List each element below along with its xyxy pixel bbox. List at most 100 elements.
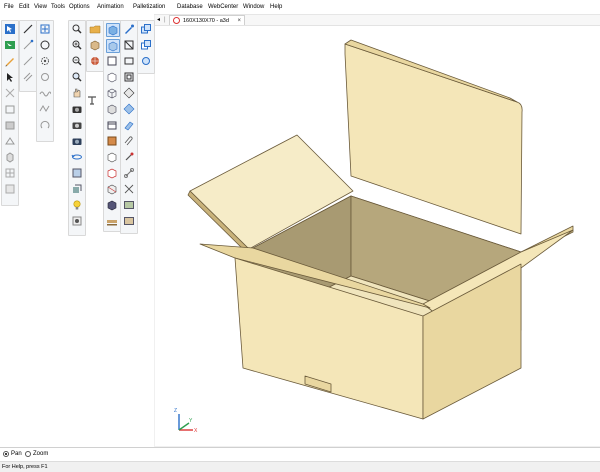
shade-icon[interactable] (71, 183, 83, 195)
document-tab-strip: ◂ | 160X130X70 - a3d × (155, 15, 600, 26)
select-arrow-icon[interactable] (4, 23, 16, 35)
toolbar-layers (137, 20, 155, 74)
wire-view-icon[interactable] (106, 87, 118, 99)
layers-remove-icon[interactable] (140, 55, 152, 67)
line-edit-icon[interactable] (22, 39, 34, 51)
pan-radio-label: Pan (11, 451, 22, 457)
line-diagonal-icon[interactable] (22, 23, 34, 35)
axis-x-label: X (194, 428, 198, 434)
cube-icon[interactable] (106, 151, 118, 163)
settings-gear-icon[interactable] (39, 55, 51, 67)
pencil-icon[interactable] (4, 55, 16, 67)
box-outline-icon[interactable] (4, 103, 16, 115)
zigzag-icon[interactable] (39, 103, 51, 115)
layout-icon[interactable] (4, 183, 16, 195)
paperclip-icon[interactable] (123, 135, 135, 147)
menu-file[interactable]: File (4, 3, 14, 11)
light-bulb-icon[interactable] (71, 199, 83, 211)
menu-options[interactable]: Options (69, 3, 90, 11)
3d-viewport[interactable]: Z Y X (155, 26, 600, 446)
tab-separator: | (164, 17, 166, 23)
zoom-in-icon[interactable] (71, 39, 83, 51)
status-bar: For Help, press F1 (0, 461, 600, 472)
iso-view-icon[interactable] (106, 71, 118, 83)
fold-icon[interactable] (4, 135, 16, 147)
pin-icon[interactable] (123, 151, 135, 163)
pan-radio[interactable] (3, 451, 9, 457)
section-icon[interactable] (106, 183, 118, 195)
zoom-out-icon[interactable] (71, 55, 83, 67)
view-3d-active-icon[interactable] (106, 23, 120, 37)
menu-database[interactable]: Database (177, 3, 203, 11)
cube-red-icon[interactable] (106, 167, 118, 179)
material-icon[interactable] (106, 135, 118, 147)
box-shade-icon[interactable] (4, 119, 16, 131)
line-offset-icon[interactable] (22, 71, 34, 83)
image-frame-icon[interactable] (123, 215, 135, 227)
hidden-line-icon[interactable] (106, 103, 118, 115)
camera-orbit-icon[interactable] (71, 135, 83, 147)
axis-indicator: Z Y X (171, 408, 201, 438)
toolbar-view (68, 20, 86, 236)
document-icon (173, 17, 180, 24)
menu-tools[interactable]: Tools (51, 3, 65, 11)
diamond-blue-icon[interactable] (123, 103, 135, 115)
camera-settings-icon[interactable] (71, 119, 83, 131)
menu-window[interactable]: Window (243, 3, 264, 11)
toolbar-lines (19, 20, 37, 92)
menu-bar: File Edit View Tools Options Animation P… (0, 0, 600, 15)
wave-icon[interactable] (39, 87, 51, 99)
rect-outline-icon[interactable] (123, 55, 135, 67)
globe-icon[interactable] (89, 55, 101, 67)
open-folder-icon[interactable] (89, 23, 101, 35)
ellipse-icon[interactable] (39, 71, 51, 83)
render-icon[interactable] (71, 215, 83, 227)
layers-add-icon[interactable] (140, 39, 152, 51)
select-region-icon[interactable] (4, 39, 16, 51)
tab-scroll-arrow[interactable]: ◂ (157, 16, 160, 24)
cross-tool-icon[interactable] (123, 183, 135, 195)
flap-icon[interactable] (123, 119, 135, 131)
menu-edit[interactable]: Edit (19, 3, 29, 11)
layers-icon[interactable] (140, 23, 152, 35)
menu-view[interactable]: View (34, 3, 47, 11)
document-tab[interactable]: 160X130X70 - a3d × (169, 15, 245, 25)
rotate-view-icon[interactable] (71, 151, 83, 163)
box-3d-icon[interactable] (89, 39, 101, 51)
zoom-icon[interactable] (71, 23, 83, 35)
solid-view-icon[interactable] (106, 39, 120, 53)
link-icon[interactable] (123, 167, 135, 179)
dimension-tool-icon[interactable] (86, 94, 98, 106)
line-measure-icon[interactable] (22, 55, 34, 67)
intersect-icon[interactable] (123, 39, 135, 51)
camera-icon[interactable] (71, 103, 83, 115)
toolbar-tools (120, 20, 138, 234)
panel-icon[interactable] (106, 119, 118, 131)
close-tab-icon[interactable]: × (237, 17, 241, 25)
menu-help[interactable]: Help (270, 3, 282, 11)
grid-icon[interactable] (4, 167, 16, 179)
axis-z-label: Z (174, 408, 178, 414)
pan-hand-icon[interactable] (71, 87, 83, 99)
front-view-icon[interactable] (106, 55, 118, 67)
diamond-icon[interactable] (123, 87, 135, 99)
pointer-move-icon[interactable] (4, 71, 16, 83)
navigation-mode-bar: Pan Zoom (0, 447, 600, 461)
eyedropper-icon[interactable] (123, 23, 135, 35)
zoom-window-icon[interactable] (71, 71, 83, 83)
menu-animation[interactable]: Animation (97, 3, 124, 11)
frame-icon[interactable] (123, 71, 135, 83)
rotate-icon[interactable] (39, 119, 51, 131)
circle-icon[interactable] (39, 39, 51, 51)
pallet-icon[interactable] (106, 215, 118, 227)
fit-view-icon[interactable] (71, 167, 83, 179)
image-icon[interactable] (123, 199, 135, 211)
cube-grey-icon[interactable] (4, 151, 16, 163)
cut-icon[interactable] (4, 87, 16, 99)
dark-cube-icon[interactable] (106, 199, 118, 211)
insert-icon[interactable] (39, 23, 51, 35)
menu-palletization[interactable]: Palletization (133, 3, 165, 11)
zoom-radio[interactable] (25, 451, 31, 457)
zoom-radio-label: Zoom (33, 451, 49, 457)
menu-webcenter[interactable]: WebCenter (208, 3, 238, 11)
